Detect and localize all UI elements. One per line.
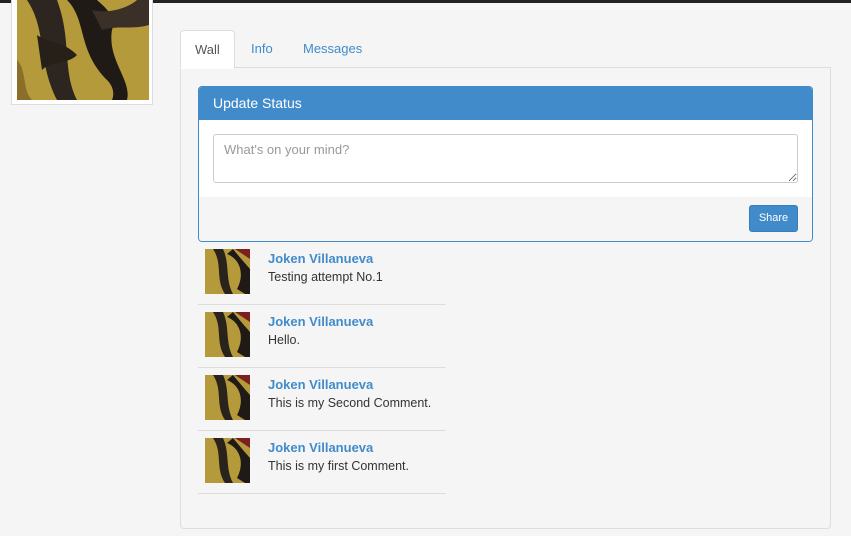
comment-item: Joken Villanueva Hello. bbox=[198, 305, 446, 368]
comment-author[interactable]: Joken Villanueva bbox=[268, 314, 373, 329]
comment-item: Joken Villanueva This is my first Commen… bbox=[198, 431, 446, 494]
tattoo-image bbox=[17, 0, 149, 100]
share-button[interactable]: Share bbox=[749, 205, 798, 232]
comment-text: This is my Second Comment. bbox=[268, 396, 432, 410]
comment-author[interactable]: Joken Villanueva bbox=[268, 377, 373, 392]
avatar[interactable] bbox=[205, 249, 250, 294]
comment-item: Joken Villanueva This is my Second Comme… bbox=[198, 368, 446, 431]
tab-wall[interactable]: Wall bbox=[180, 30, 235, 69]
tab-messages[interactable]: Messages bbox=[289, 30, 376, 68]
avatar[interactable] bbox=[205, 438, 250, 483]
profile-photo-frame bbox=[11, 0, 153, 105]
comment-author[interactable]: Joken Villanueva bbox=[268, 440, 373, 455]
profile-photo[interactable] bbox=[17, 0, 149, 100]
comment-author[interactable]: Joken Villanueva bbox=[268, 251, 373, 266]
profile-tabs: Wall Info Messages bbox=[180, 30, 831, 69]
avatar[interactable] bbox=[205, 312, 250, 357]
comment-item: Joken Villanueva Testing attempt No.1 bbox=[198, 242, 446, 305]
update-status-panel: Update Status Share bbox=[198, 86, 813, 242]
comment-text: Testing attempt No.1 bbox=[268, 270, 383, 284]
update-status-title: Update Status bbox=[199, 87, 812, 120]
update-status-footer: Share bbox=[199, 197, 812, 241]
tab-info[interactable]: Info bbox=[237, 30, 287, 68]
comment-text: This is my first Comment. bbox=[268, 459, 409, 473]
comment-text: Hello. bbox=[268, 333, 300, 347]
avatar[interactable] bbox=[205, 375, 250, 420]
status-input[interactable] bbox=[213, 134, 798, 183]
